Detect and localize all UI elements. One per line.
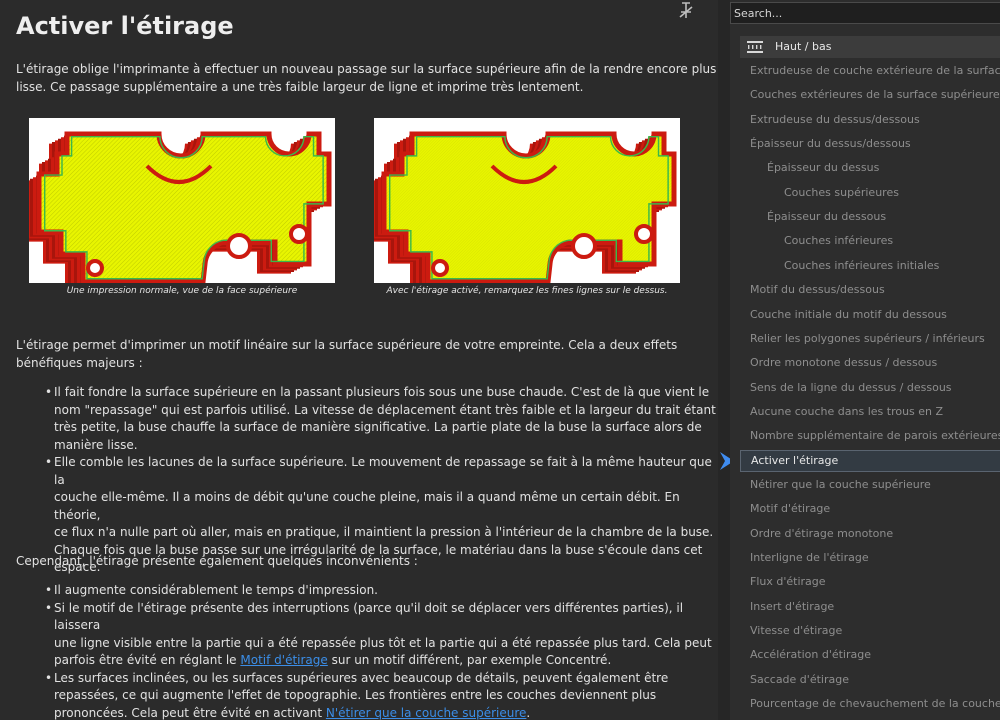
list-line: ce flux n'a nulle part où aller, mais en… [54,525,714,539]
print-hole [226,233,252,259]
settings-sidebar: Haut / bas Extrudeuse de couche extérieu… [730,0,1000,720]
setting-item[interactable]: Couches inférieures initiales [740,255,1000,277]
setting-item[interactable]: Couches supérieures [740,182,1000,204]
setting-item[interactable]: Insert d'étirage [740,596,1000,618]
setting-item[interactable]: Flux d'étirage [740,571,1000,593]
setting-item[interactable]: Nétirer que la couche supérieure [740,474,1000,496]
setting-item[interactable]: Extrudeuse de couche extérieure de la su… [740,60,1000,82]
setting-item[interactable]: Vitesse d'étirage [740,620,1000,642]
list-line: Il fait fondre la surface supérieure en … [54,385,710,399]
benefits-list: Il fait fondre la surface supérieure en … [45,384,718,577]
benefits-paragraph: L'étirage permet d'imprimer un motif lin… [16,337,677,372]
top-bottom-icon [745,39,765,59]
print-hole [634,224,654,244]
setting-item[interactable]: Couches extérieures de la surface supéri… [740,84,1000,106]
intro-line: L'étirage oblige l'imprimante à effectue… [16,62,717,76]
drawbacks-list: Il augmente considérablement le temps d'… [45,582,718,720]
setting-item[interactable]: Épaisseur du dessous [740,206,1000,228]
setting-item[interactable]: Motif du dessus/dessous [740,279,1000,301]
list-line: Si le motif de l'étirage présente des in… [54,600,684,633]
list-line: Il augmente considérablement le temps d'… [54,583,378,597]
figure-caption: Une impression normale, vue de la face s… [66,286,298,296]
link-netirer-couche-superieure[interactable]: N'étirer que la couche supérieure [326,706,527,720]
intro-paragraph: L'étirage oblige l'imprimante à effectue… [16,61,716,96]
category-label: Haut / bas [775,40,832,53]
setting-item[interactable]: Motif d'étirage [740,498,1000,520]
paragraph-line: L'étirage permet d'imprimer un motif lin… [16,338,678,352]
setting-item-selected[interactable]: Activer l'étirage [740,449,1000,472]
list-line: manière lisse. [54,437,138,452]
list-line: sur un motif différent, par exemple Conc… [327,653,612,667]
setting-item[interactable]: Sens de la ligne du dessus / dessous [740,377,1000,399]
list-line: Les surfaces inclinées, ou les surfaces … [54,670,669,685]
list-line: Elle comble les lacunes de la surface su… [54,455,712,487]
list-item: Si le motif de l'étirage présente des in… [45,600,718,670]
print-hole [289,224,309,244]
print-hole [571,233,597,259]
category-top-bottom[interactable]: Haut / bas [740,36,1000,58]
search-input[interactable] [730,2,1000,24]
figure-ironing-print [374,118,680,283]
print-hole [431,259,449,277]
setting-item[interactable]: Épaisseur du dessus [740,157,1000,179]
setting-item[interactable]: Pourcentage de chevauchement de la couch… [740,693,1000,715]
list-line: repassées, ce qui augmente l'effet de to… [54,688,657,702]
article-panel: Activer l'étirage L'étirage oblige l'imp… [0,0,718,720]
pin-icon[interactable] [676,0,696,20]
figure-caption: Avec l'étirage activé, remarquez les fin… [386,286,668,296]
setting-item[interactable]: Aucune couche dans les trous en Z [740,401,1000,423]
figure-normal-print [29,118,335,283]
setting-item[interactable]: Ordre monotone dessus / dessous [740,352,1000,374]
link-motif-etirage[interactable]: Motif d'étirage [240,653,327,667]
drawbacks-paragraph: Cependant, l'étirage présente également … [16,554,418,568]
list-line: nom "repassage" qui est parfois utilisé.… [54,402,716,417]
setting-item[interactable]: Épaisseur du dessus/dessous [740,133,1000,155]
list-item: Il augmente considérablement le temps d'… [45,582,718,600]
setting-item[interactable]: Saccade d'étirage [740,669,1000,691]
setting-item[interactable]: Couches inférieures [740,230,1000,252]
list-line: prononcées. Cela peut être évité en acti… [54,705,326,720]
list-line: . [526,705,531,720]
print-illustration [29,131,332,283]
setting-item[interactable]: Relier les polygones supérieurs / inféri… [740,328,1000,350]
list-item: Les surfaces inclinées, ou les surfaces … [45,670,718,720]
page-title: Activer l'étirage [16,12,234,40]
paragraph-line: bénéfiques majeurs : [16,355,143,370]
setting-item[interactable]: Ordre d'étirage monotone [740,523,1000,545]
list-line: une ligne visible entre la partie qui a … [54,635,712,650]
panel-splitter[interactable] [718,0,730,720]
setting-item[interactable]: Accélération d'étirage [740,644,1000,666]
list-line: parfois être évité en réglant le [54,653,241,667]
setting-item[interactable]: Nombre supplémentaire de parois extérieu… [740,425,1000,447]
setting-item[interactable]: Interligne de l'étirage [740,547,1000,569]
setting-item[interactable]: Extrudeuse du dessus/dessous [740,109,1000,131]
intro-line: lisse. Ce passage supplémentaire a une t… [16,79,584,94]
setting-item[interactable]: Couche initiale du motif du dessous [740,304,1000,326]
print-illustration [374,131,677,283]
list-line: couche elle-même. Il a moins de débit qu… [54,490,680,522]
list-line: très petite, la buse chauffe la surface … [54,420,702,434]
print-hole [86,259,104,277]
list-item: Il fait fondre la surface supérieure en … [45,384,718,454]
